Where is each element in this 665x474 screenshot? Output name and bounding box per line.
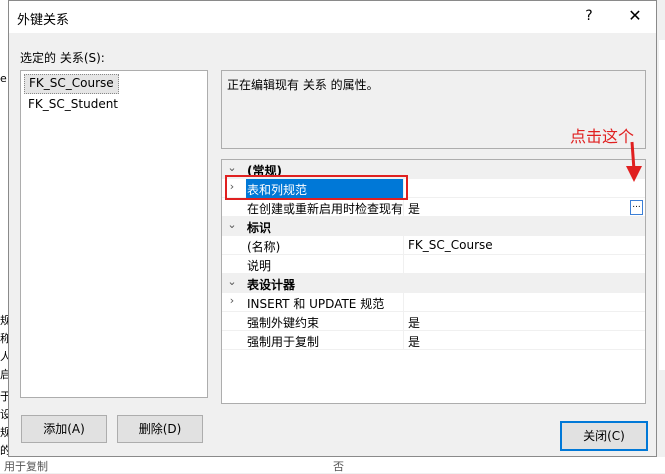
add-button[interactable]: 添加(A) [21,415,107,443]
category-label: 表设计器 [247,278,296,292]
expand-down-icon[interactable]: ⌄ [226,218,238,231]
grid-divider [403,312,404,331]
property-name: 说明 [247,259,272,273]
foreign-key-dialog: 外键关系 ? ✕ 选定的 关系(S): FK_SC_Course FK_SC_S… [8,0,657,457]
property-value[interactable]: FK_SC_Course [408,238,493,252]
background-window-edge: e 规 称 人 启 于 设 规 的 [0,0,8,473]
delete-button[interactable]: 删除(D) [117,415,203,443]
row-enforce-fk[interactable]: 强制外键约束 是 [222,312,645,331]
background-fragment: 于 [0,390,8,403]
background-fragment: 启 [0,368,8,381]
property-name: 在创建或重新启用时检查现有 [247,202,404,216]
grid-divider [403,293,404,312]
background-fragment: e [0,72,7,85]
row-name[interactable]: (名称) FK_SC_Course [222,236,645,255]
property-name: 强制用于复制 [247,335,320,349]
background-fragment: 人 [0,350,8,363]
property-value[interactable]: 是 [408,200,420,217]
row-insert-update-spec[interactable]: › INSERT 和 UPDATE 规范 [222,293,645,312]
row-check-existing[interactable]: 在创建或重新启用时检查现有 是 [222,198,645,217]
background-window-bottom: 用于复制 否 [0,457,665,473]
background-fragment: 规 [0,314,8,327]
relation-item-fk-sc-student[interactable]: FK_SC_Student [24,95,122,113]
row-enforce-replication[interactable]: 强制用于复制 是 [222,331,645,350]
property-value[interactable]: 是 [408,333,420,350]
expand-down-icon[interactable]: ⌄ [226,275,238,288]
close-button[interactable]: 关闭(C) [560,421,648,451]
help-button[interactable]: ? [574,3,604,29]
row-description[interactable]: 说明 [222,255,645,274]
highlight-box [225,175,408,200]
grid-divider [403,331,404,350]
close-icon[interactable]: ✕ [616,3,654,29]
background-window-edge-right [659,40,665,370]
category-identity[interactable]: ⌄ 标识 [222,217,645,236]
grid-divider [403,255,404,274]
property-value[interactable]: 是 [408,314,420,331]
background-fragment: 设 [0,408,8,421]
property-name: (名称) [247,240,281,254]
relation-item-fk-sc-course[interactable]: FK_SC_Course [24,74,119,94]
expand-down-icon[interactable]: ⌄ [226,161,238,174]
title-bar: 外键关系 ? ✕ [9,1,656,33]
background-bottom-value: 否 [333,460,344,473]
dialog-title: 外键关系 [17,13,70,28]
expand-right-icon[interactable]: › [226,294,238,307]
grid-divider [403,236,404,255]
background-fragment: 的 [0,444,8,457]
category-table-designer[interactable]: ⌄ 表设计器 [222,274,645,293]
background-fragment: 称 [0,332,8,345]
background-fragment: 规 [0,426,8,439]
selected-relations-label: 选定的 关系(S): [20,51,105,65]
category-label: 标识 [247,221,272,235]
relations-list[interactable]: FK_SC_Course FK_SC_Student [20,70,208,398]
property-name: INSERT 和 UPDATE 规范 [247,297,385,311]
grid-divider [403,198,404,217]
background-bottom-text: 用于复制 [4,460,48,473]
annotation-arrow-icon [626,141,642,182]
property-name: 强制外键约束 [247,316,320,330]
description-text: 正在编辑现有 关系 的属性。 [227,78,379,92]
